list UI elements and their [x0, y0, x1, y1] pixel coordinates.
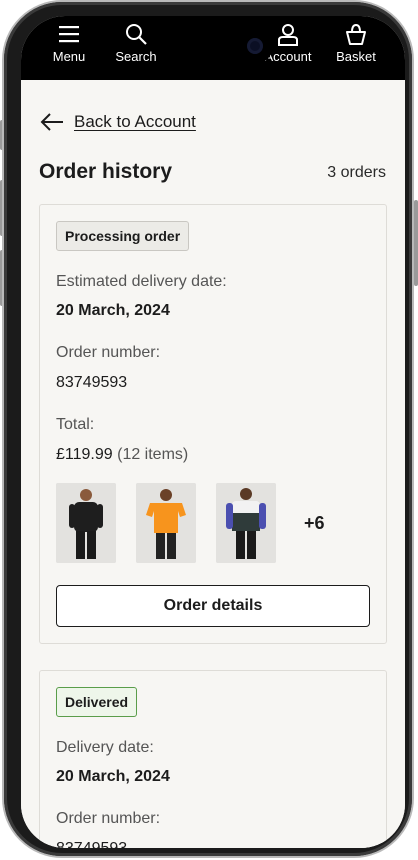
menu-icon [59, 26, 79, 43]
order-total: £119.99 (12 items) [56, 446, 188, 464]
delivery-date: 20 March, 2024 [56, 302, 170, 319]
order-number-label: Order number: [56, 344, 161, 361]
total-label: Total: [56, 416, 95, 433]
search-label: Search [115, 49, 157, 64]
page-title: Order history [39, 160, 173, 183]
order-number: 83749593 [56, 374, 128, 391]
product-thumbnail-black-tracksuit[interactable] [56, 483, 116, 563]
item-count: (12 items) [117, 446, 189, 463]
account-icon [278, 24, 298, 46]
status-badge: Processing order [56, 221, 190, 251]
back-to-account-link[interactable]: Back to Account [40, 112, 196, 132]
product-image [56, 483, 116, 563]
basket-icon [346, 23, 366, 45]
search-icon [126, 24, 147, 45]
order-details-button[interactable]: Order details [56, 585, 370, 627]
order-count: 3 orders [327, 164, 386, 181]
dynamic-island [153, 28, 273, 64]
menu-button[interactable]: Menu [37, 22, 101, 64]
basket-label: Basket [336, 49, 376, 64]
order-number: 83749593 [56, 840, 127, 848]
product-image [136, 483, 196, 563]
status-badge: Delivered [56, 687, 138, 717]
more-items-count[interactable]: +6 [304, 513, 325, 534]
product-thumbnail-colourblock-jacket[interactable] [216, 483, 276, 563]
product-thumbnail-orange-tshirt[interactable] [136, 483, 196, 563]
delivery-date-label: Estimated delivery date: [56, 273, 227, 290]
basket-button[interactable]: Basket [324, 22, 388, 64]
camera-lens [247, 38, 263, 54]
total-amount: £119.99 [56, 446, 113, 463]
delivery-date: 20 March, 2024 [56, 768, 170, 785]
order-card: Processing order Estimated delivery date… [39, 204, 387, 644]
screen: Menu Search Account Basket Back to Accou… [21, 16, 405, 848]
phone-side-button-right [414, 200, 418, 286]
order-card: Delivered Delivery date: 20 March, 2024 … [39, 670, 387, 848]
top-nav-bar: Menu Search Account Basket [21, 16, 405, 80]
order-number-label: Order number: [56, 810, 161, 827]
back-link-label: Back to Account [74, 112, 196, 131]
arrow-left-icon [40, 113, 63, 131]
menu-label: Menu [52, 49, 86, 64]
delivery-date-label: Delivery date: [56, 739, 154, 756]
phone-frame: Menu Search Account Basket Back to Accou… [4, 2, 412, 856]
product-image [216, 483, 276, 563]
main-content: Back to Account Order history 3 orders P… [21, 80, 405, 848]
